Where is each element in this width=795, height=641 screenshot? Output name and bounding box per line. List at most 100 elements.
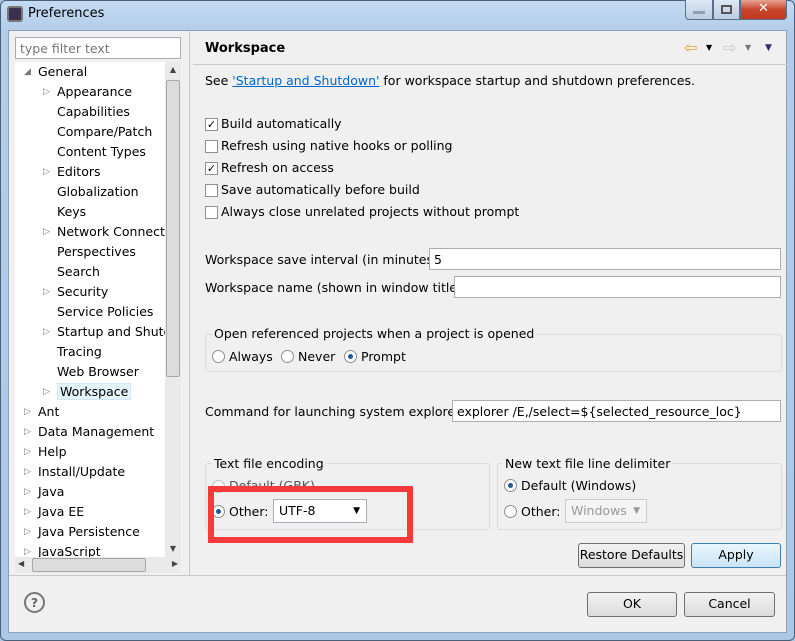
delimiter-select[interactable]: Windows ▼ (565, 499, 647, 523)
filter-input[interactable] (15, 37, 181, 59)
prompt-radio[interactable] (344, 350, 357, 363)
expand-icon[interactable]: ▷ (43, 382, 50, 402)
tree-item[interactable]: Web Browser (57, 362, 139, 382)
tree-item-label: JavaScript (38, 544, 101, 557)
tree-item-label: Capabilities (57, 104, 130, 119)
tree-item[interactable]: ▷ Java EE (24, 502, 85, 522)
tree-item[interactable]: Keys (57, 202, 86, 222)
expand-icon[interactable]: ▷ (43, 322, 50, 342)
back-menu-icon[interactable]: ▼ (706, 43, 712, 52)
checkbox[interactable] (205, 184, 218, 197)
workspace-name-input[interactable] (454, 276, 781, 298)
tree-item[interactable]: Capabilities (57, 102, 130, 122)
expand-icon[interactable]: ▷ (24, 502, 31, 522)
tree-item[interactable]: ▷ Install/Update (24, 462, 126, 482)
tree-item[interactable]: ▷ Appearance (43, 82, 133, 102)
tree-item-label: Keys (57, 204, 87, 219)
scroll-down-icon[interactable]: ▼ (165, 541, 181, 557)
tree-item-label: Data Management (38, 424, 155, 439)
apply-button[interactable]: Apply (691, 543, 781, 568)
expand-icon[interactable]: ▷ (43, 82, 50, 102)
app-gear-icon (7, 6, 23, 22)
tree-item[interactable]: ▷ Help (24, 442, 67, 462)
tree-item[interactable]: Search (57, 262, 100, 282)
expand-icon[interactable]: ▷ (43, 222, 50, 242)
minimize-button[interactable] (685, 0, 713, 20)
checkbox-label: Save automatically before build (221, 182, 420, 197)
tree-item[interactable]: ▷ Data Management (24, 422, 155, 442)
expand-icon[interactable]: ▷ (43, 162, 50, 182)
save-interval-input[interactable] (429, 248, 781, 270)
maximize-button[interactable] (713, 0, 740, 20)
tree-item[interactable]: Globalization (57, 182, 139, 202)
expand-icon[interactable]: ▷ (24, 402, 31, 422)
tree-item[interactable]: Compare/Patch (57, 122, 152, 142)
close-button[interactable]: ✕ (740, 0, 787, 20)
view-menu-icon[interactable]: ▼ (765, 43, 772, 53)
back-arrow-icon[interactable]: ⇦ (684, 38, 697, 57)
tree-horizontal-scrollbar[interactable]: ◀ ▶ (15, 557, 181, 573)
checkbox[interactable] (205, 206, 218, 219)
save-interval-label: Workspace save interval (in minutes): (205, 252, 443, 267)
scroll-thumb[interactable] (166, 80, 180, 377)
tree-item[interactable]: ▷ Network Connections (43, 222, 165, 242)
tree-item[interactable]: ▷ Security (43, 282, 109, 302)
tree-item[interactable]: ▷ Editors (43, 162, 101, 182)
startup-shutdown-link[interactable]: 'Startup and Shutdown' (232, 73, 379, 88)
expand-icon[interactable]: ▷ (24, 442, 31, 462)
expand-icon[interactable]: ▷ (24, 542, 31, 557)
delimiter-other-label: Other: (521, 504, 561, 519)
tree-item-label: Appearance (57, 84, 133, 99)
scroll-up-icon[interactable]: ▲ (165, 62, 181, 78)
never-label: Never (298, 349, 336, 364)
tree-vertical-scrollbar[interactable]: ▲ ▼ (165, 62, 181, 557)
tree-item[interactable]: ▷ Workspace (43, 382, 132, 402)
checkbox-label: Refresh using native hooks or polling (221, 138, 453, 153)
delimiter-default-radio[interactable] (504, 479, 517, 492)
forward-menu-icon[interactable]: ▼ (745, 43, 751, 52)
checkbox-label: Refresh on access (221, 160, 334, 175)
tree-item-label: Java Persistence (38, 524, 140, 539)
tree-item-label: Startup and Shutdown (57, 324, 165, 339)
expand-icon[interactable]: ▷ (24, 462, 31, 482)
sash-divider[interactable] (189, 31, 190, 576)
tree-item[interactable]: ▷ JavaScript (24, 542, 101, 557)
encoding-title: Text file encoding (212, 456, 326, 471)
tree-item[interactable]: ▷ Ant (24, 402, 59, 422)
tree-item[interactable]: Service Policies (57, 302, 153, 322)
always-radio[interactable] (212, 350, 225, 363)
expand-icon[interactable]: ▷ (24, 422, 31, 442)
delimiter-value: Windows (571, 503, 627, 518)
tree-item[interactable]: Perspectives (57, 242, 136, 262)
cancel-button[interactable]: Cancel (684, 592, 775, 617)
tree-item-label: Install/Update (38, 464, 126, 479)
open-referenced-title: Open referenced projects when a project … (212, 326, 537, 341)
checkbox-label: Always close unrelated projects without … (221, 204, 520, 219)
forward-arrow-icon[interactable]: ⇨ (723, 38, 736, 57)
explorer-command-input[interactable] (452, 400, 781, 422)
checkbox[interactable] (205, 140, 218, 153)
scroll-left-icon[interactable]: ◀ (18, 559, 24, 568)
delimiter-other-radio[interactable] (504, 505, 517, 518)
expand-icon[interactable]: ▷ (24, 522, 31, 542)
tree-item[interactable]: Content Types (57, 142, 146, 162)
tree-item-label: Security (57, 284, 109, 299)
tree-item[interactable]: Tracing (57, 342, 102, 362)
checkbox[interactable]: ✓ (205, 118, 218, 131)
ok-button[interactable]: OK (587, 592, 677, 617)
collapse-icon[interactable]: ◢ (24, 62, 31, 82)
tree-item[interactable]: ◢ General (24, 62, 87, 82)
expand-icon[interactable]: ▷ (43, 282, 50, 302)
tree-item[interactable]: ▷ Java (24, 482, 64, 502)
tree-item[interactable]: ▷ Startup and Shutdown (43, 322, 165, 342)
help-icon[interactable]: ? (24, 592, 45, 613)
checkbox[interactable]: ✓ (205, 162, 218, 175)
scroll-right-icon[interactable]: ▶ (172, 559, 178, 568)
tree-item[interactable]: ▷ Java Persistence (24, 522, 140, 542)
prompt-label: Prompt (361, 349, 406, 364)
never-radio[interactable] (281, 350, 294, 363)
tree-item-label: Java EE (38, 504, 85, 519)
expand-icon[interactable]: ▷ (24, 482, 31, 502)
restore-defaults-button[interactable]: Restore Defaults (578, 543, 685, 568)
hscroll-thumb[interactable] (32, 558, 146, 572)
